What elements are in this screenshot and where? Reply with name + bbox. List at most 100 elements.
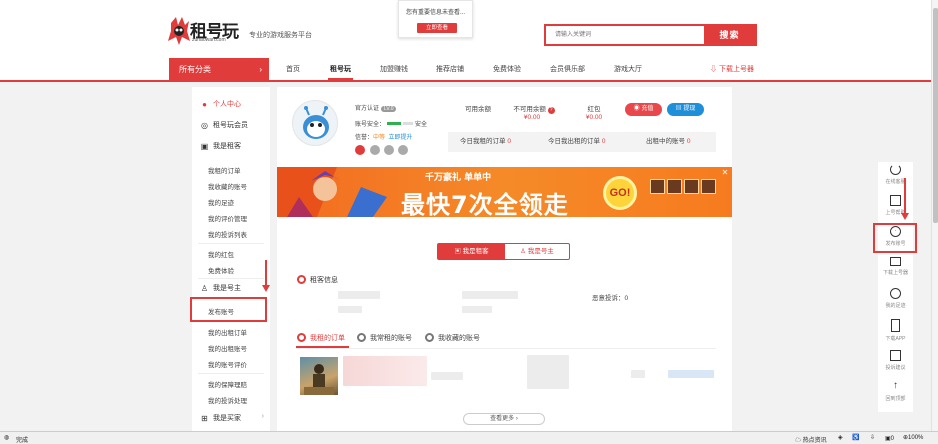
slogan: 专业的游戏服务平台	[249, 32, 312, 39]
status-text: 完成	[16, 438, 29, 444]
unavailable-balance-label: 不可用余额 ?	[509, 103, 559, 114]
float-footprints[interactable]: 我的足迹	[878, 288, 913, 309]
email-verify-icon[interactable]	[384, 145, 394, 155]
page-scrollbar[interactable]	[931, 0, 938, 431]
stat-label: 今日我租的订单	[460, 138, 506, 145]
nav-link-shops[interactable]: 推荐店铺	[436, 58, 464, 82]
withdraw-button[interactable]: ▤ 提现	[667, 103, 704, 116]
close-icon[interactable]: ✕	[721, 169, 729, 177]
qq-verify-icon[interactable]	[398, 145, 408, 155]
shield-icon[interactable]: ◈	[838, 434, 843, 441]
sidebar-item-account-reviews[interactable]: 我的账号评价	[208, 359, 247, 369]
tab-favorite-accounts[interactable]: 我收藏的账号	[425, 333, 480, 343]
nav-link-game-hall[interactable]: 游戏大厅	[614, 58, 642, 82]
promo-banner[interactable]: 千万豪礼 单单中 最快7次全领走 GO! ✕	[277, 167, 732, 217]
notice-view-button[interactable]: 立即查看	[417, 23, 457, 33]
stat-value: 0	[601, 138, 606, 145]
banner-prize-thumb	[650, 179, 665, 194]
official-cert: 官方认证 LV.0	[355, 103, 397, 112]
tab-my-rent-orders[interactable]: 我租的订单	[297, 333, 345, 343]
download-client-link[interactable]: ⇩ 下载上号器	[710, 58, 754, 82]
category-menu[interactable]: 所有分类 ›	[169, 58, 269, 82]
hot-news[interactable]: ☁ 热点资讯	[795, 435, 827, 444]
credit-info: 信誉：中等 立即提升	[355, 132, 412, 141]
sidebar-item-complaints[interactable]: 我的投诉列表	[208, 229, 247, 239]
nav-link-franchise[interactable]: 加盟赚钱	[380, 58, 408, 82]
help-icon[interactable]: ?	[547, 107, 555, 114]
toggle-owner[interactable]: ♙ 我是号主	[505, 244, 569, 259]
sidebar-item-free-trial[interactable]: 免费体验	[208, 265, 234, 275]
sidebar-item-my-rent-orders[interactable]: 我租的订单	[208, 165, 241, 175]
avatar[interactable]	[292, 100, 338, 146]
sidebar: ● 个人中心 ◎ 租号玩会员 ▣ 我是租客 我租的订单 我收藏的账号 我的足迹 我的评…	[192, 87, 270, 433]
search-button[interactable]: 搜索	[704, 26, 755, 44]
nav-link-free-trial[interactable]: 免费体验	[493, 58, 521, 82]
stat-value: 0	[507, 138, 511, 145]
hot-news-label: 热点资讯	[802, 438, 827, 444]
realname-verify-icon[interactable]	[370, 145, 380, 155]
safety-bar-rest	[403, 122, 414, 125]
gamepad-icon: ▣	[200, 142, 209, 151]
annotation-arrow-head	[262, 285, 270, 292]
sidebar-label: 我是买家	[213, 415, 241, 422]
toggle-label: 我是号主	[527, 248, 554, 255]
sidebar-item-user-center[interactable]: ● 个人中心	[200, 99, 241, 109]
stat-renting[interactable]: 出租中的账号 0	[646, 132, 690, 152]
sidebar-label: 租号玩会员	[213, 122, 248, 129]
float-back-to-top[interactable]: ↑ 回到顶部	[878, 381, 913, 403]
sidebar-item-footprints[interactable]: 我的足迹	[208, 197, 234, 207]
phone-verify-icon[interactable]	[355, 145, 365, 155]
sidebar-item-member[interactable]: ◎ 租号玩会员	[200, 120, 248, 130]
globe-icon: ◍	[4, 435, 10, 441]
nav-link-home[interactable]: 首页	[286, 58, 300, 82]
today-stats: 今日我租的订单 0 今日我出租的订单 0 出租中的账号 0	[448, 132, 716, 152]
sidebar-item-claims[interactable]: 我的保障理赔	[208, 379, 247, 389]
unavailable-label-text: 不可用余额	[513, 106, 546, 113]
float-download-app[interactable]: 下载APP	[878, 319, 913, 342]
sidebar-item-redpack[interactable]: 我的红包	[208, 249, 234, 259]
float-download-client[interactable]: 下载上号器	[878, 257, 913, 276]
stat-lent-today[interactable]: 今日我出租的订单 0	[548, 132, 605, 152]
chevron-right-icon: ›	[515, 416, 518, 422]
accessibility-icon[interactable]: ♿	[852, 434, 859, 441]
blurred-field	[462, 291, 518, 299]
blurred-field	[631, 370, 645, 378]
main-nav: 所有分类 › 首页 租号玩 加盟赚钱 推荐店铺 免费体验 会员俱乐部 游戏大厅 …	[0, 58, 931, 82]
float-feedback[interactable]: 投诉建议	[878, 350, 913, 371]
sidebar-item-complaint-handling[interactable]: 我的投诉处理	[208, 395, 247, 405]
section-label: 租客信息	[310, 277, 338, 284]
nav-link-club[interactable]: 会员俱乐部	[550, 58, 585, 82]
toggle-renter[interactable]: ▣ 我是租客	[438, 244, 505, 259]
zoom-control[interactable]: ⊕100%	[903, 434, 923, 441]
credit-improve-link[interactable]: 立即提升	[388, 135, 412, 141]
banner-hero-art	[277, 167, 387, 217]
annotation-arrow-line	[904, 178, 906, 214]
tab-label: 我常租的账号	[370, 335, 412, 342]
tab-frequent-accounts[interactable]: 我常租的账号	[357, 333, 412, 343]
annotation-arrow-line	[265, 260, 267, 286]
sidebar-item-reviews[interactable]: 我的评价管理	[208, 213, 247, 223]
float-label: 我的足迹	[885, 303, 906, 309]
message-count[interactable]: ▣0	[885, 435, 894, 442]
sidebar-head-renter: ▣ 我是租客	[200, 141, 241, 151]
sidebar-head-buyer[interactable]: ⊞ 我是买家 ›	[200, 413, 264, 423]
download-icon[interactable]: ⇩	[870, 434, 875, 441]
float-online-service[interactable]: 在线客服	[878, 164, 913, 185]
stat-rented-today[interactable]: 今日我租的订单 0	[460, 132, 511, 152]
sidebar-item-favorites[interactable]: 我收藏的账号	[208, 181, 247, 191]
divider	[198, 278, 264, 279]
recharge-button[interactable]: ◉ 充值	[625, 103, 662, 116]
category-label: 所有分类	[179, 65, 211, 74]
search-input[interactable]	[546, 26, 704, 44]
edit-icon	[890, 350, 901, 361]
site-logo[interactable]: 租号玩 zuhaowan.com	[168, 17, 240, 47]
nav-link-zuhaowan[interactable]: 租号玩	[328, 58, 353, 82]
scrollbar-thumb[interactable]	[933, 8, 938, 223]
game-thumbnail[interactable]	[300, 357, 338, 395]
sidebar-item-lent-orders[interactable]: 我的出租订单	[208, 327, 247, 337]
view-more-button[interactable]: 查看更多 ›	[463, 413, 545, 425]
sidebar-item-lent-accounts[interactable]: 我的出租账号	[208, 343, 247, 353]
float-label: 下载上号器	[882, 270, 908, 276]
member-icon: ◎	[201, 121, 208, 130]
banner-go-button[interactable]: GO!	[603, 176, 637, 210]
